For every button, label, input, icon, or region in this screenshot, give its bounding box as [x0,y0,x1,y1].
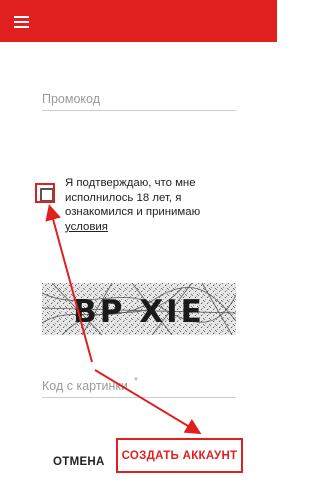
required-mark: * [134,376,138,387]
menu-bar-line [14,16,29,18]
terms-link[interactable]: условия [65,221,108,233]
captcha-text: BP XIE [73,294,205,330]
annotation-arrows [45,204,202,435]
captcha-code-input[interactable] [42,375,236,398]
promo-code-input[interactable] [42,88,236,111]
captcha-image: BP XIE [42,283,236,335]
app-bar [0,0,277,42]
consent-text: Я подтверждаю, что мне исполнилось 18 ле… [65,177,201,219]
captcha-input-wrapper: * [42,375,236,398]
create-account-label: СОЗДАТЬ АККАУНТ [121,449,238,462]
age-consent-checkbox[interactable] [40,188,54,202]
menu-bar-line [14,21,29,23]
cancel-button[interactable]: ОТМЕНА [53,456,105,468]
menu-bar-line [14,26,29,28]
consent-label: Я подтверждаю, что мне исполнилось 18 ле… [65,176,245,234]
registration-screen: Я подтверждаю, что мне исполнилось 18 ле… [0,0,277,500]
create-account-button[interactable]: СОЗДАТЬ АККАУНТ [116,438,243,473]
hamburger-menu-icon[interactable] [6,5,38,37]
